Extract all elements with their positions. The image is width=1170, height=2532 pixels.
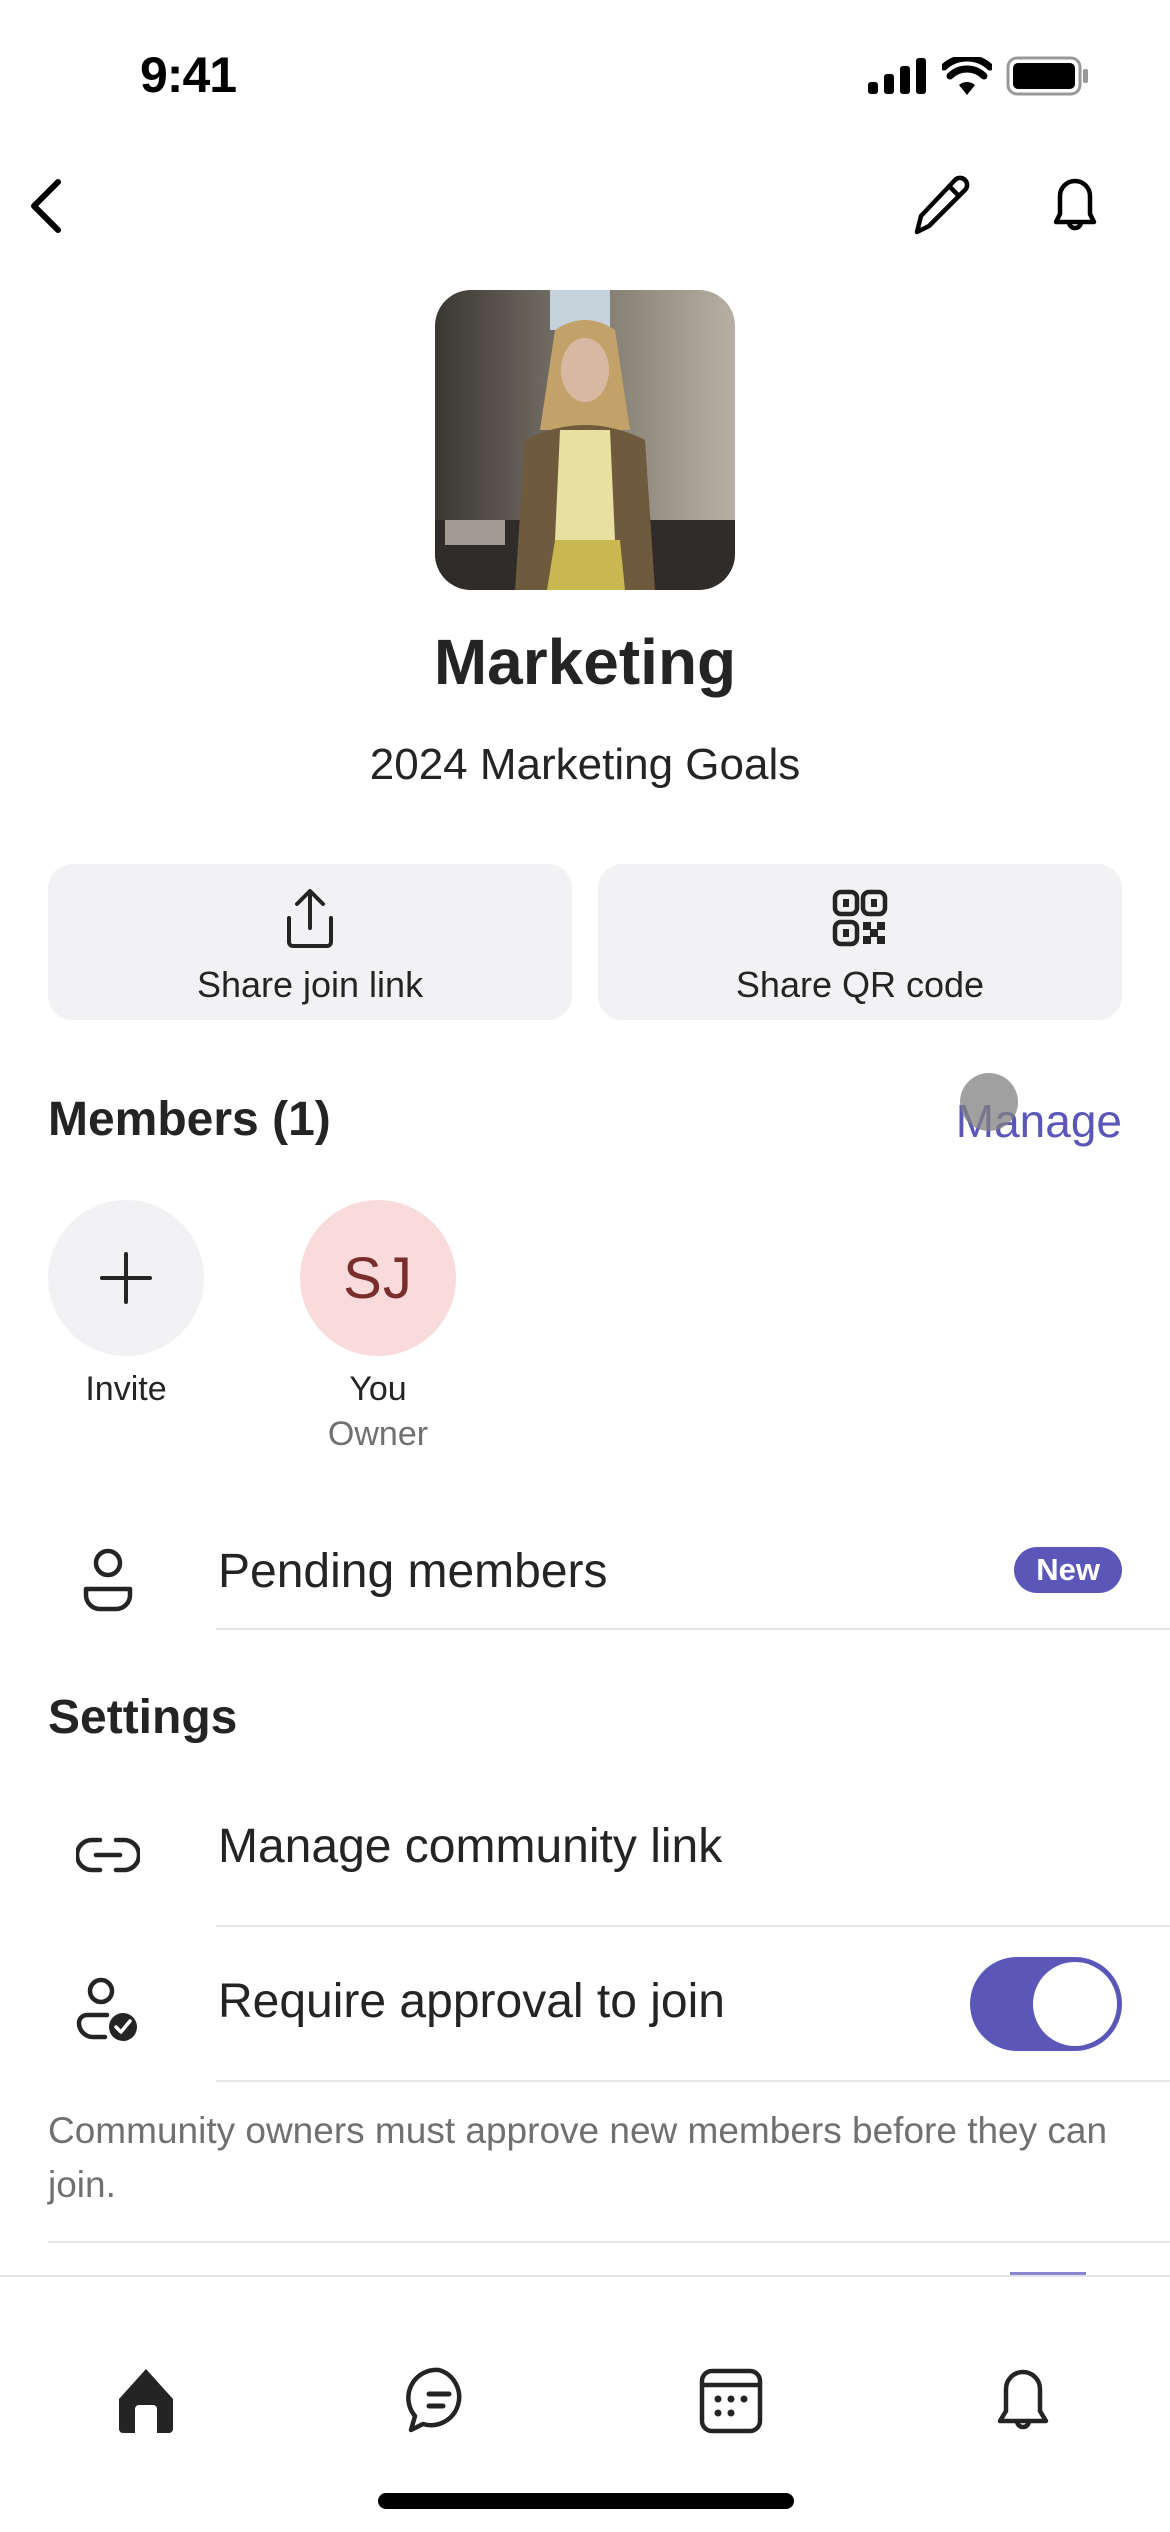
tab-activity[interactable]	[978, 2355, 1068, 2445]
nav-bar	[0, 160, 1170, 250]
status-time: 9:41	[140, 47, 237, 103]
invite-circle	[48, 1200, 204, 1356]
member-item[interactable]: SJ You Owner	[298, 1200, 458, 1454]
bell-icon	[1053, 178, 1097, 231]
status-icons	[868, 56, 1090, 96]
share-qr-code-button[interactable]: Share QR code	[598, 864, 1122, 1020]
community-image	[435, 290, 735, 590]
pending-members-label: Pending members	[218, 1545, 608, 1598]
status-bar: 9:41	[0, 0, 1170, 150]
new-badge: New	[1014, 1547, 1122, 1593]
tab-home[interactable]	[101, 2355, 191, 2445]
manage-community-link-row[interactable]: Manage community link	[0, 1775, 1170, 1925]
member-name: You	[349, 1370, 407, 1408]
calendar-icon	[699, 2368, 763, 2434]
chat-icon	[406, 2367, 462, 2433]
tab-calendar[interactable]	[686, 2355, 776, 2445]
battery-icon	[1006, 56, 1088, 96]
divider	[48, 2241, 1170, 2243]
toggle-knob	[1033, 1962, 1117, 2046]
touch-indicator	[960, 1073, 1018, 1131]
divider	[216, 2080, 1170, 2082]
tab-chat[interactable]	[394, 2355, 484, 2445]
share-icon	[287, 889, 333, 948]
person-check-icon	[68, 1970, 148, 2050]
members-title: Members (1)	[48, 1093, 331, 1146]
avatar: SJ	[300, 1200, 456, 1356]
manage-community-link-label: Manage community link	[218, 1820, 723, 1873]
divider	[216, 1628, 1170, 1630]
require-approval-label: Require approval to join	[218, 1975, 725, 2028]
require-approval-row: Require approval to join	[0, 1930, 1170, 2080]
bell-icon	[997, 2369, 1049, 2430]
person-icon	[68, 1540, 148, 1620]
share-qr-code-label: Share QR code	[735, 964, 985, 1005]
require-approval-toggle[interactable]	[970, 1957, 1122, 2051]
community-description: 2024 Marketing Goals	[369, 740, 801, 789]
wifi-icon	[942, 57, 992, 95]
qr-code-icon	[832, 889, 888, 947]
back-button[interactable]	[20, 170, 80, 240]
share-join-link-label: Share join link	[196, 964, 424, 1005]
cellular-signal-icon	[868, 58, 926, 94]
home-icon	[119, 2369, 173, 2433]
plus-icon	[100, 1252, 152, 1304]
link-icon	[68, 1815, 148, 1895]
home-indicator	[378, 2493, 794, 2509]
community-photo	[435, 290, 735, 590]
settings-title: Settings	[48, 1691, 238, 1744]
invite-label: Invite	[85, 1370, 167, 1408]
approval-note: Community owners must approve new member…	[48, 2110, 1108, 2205]
chevron-left-icon	[31, 179, 61, 233]
divider	[216, 1925, 1170, 1927]
community-name: Marketing	[433, 626, 737, 698]
member-role: Owner	[327, 1415, 429, 1453]
share-join-link-button[interactable]: Share join link	[48, 864, 572, 1020]
notifications-button[interactable]	[1040, 170, 1110, 240]
invite-button[interactable]: Invite	[46, 1200, 206, 1409]
edit-button[interactable]	[905, 170, 975, 240]
pencil-icon	[914, 175, 970, 235]
